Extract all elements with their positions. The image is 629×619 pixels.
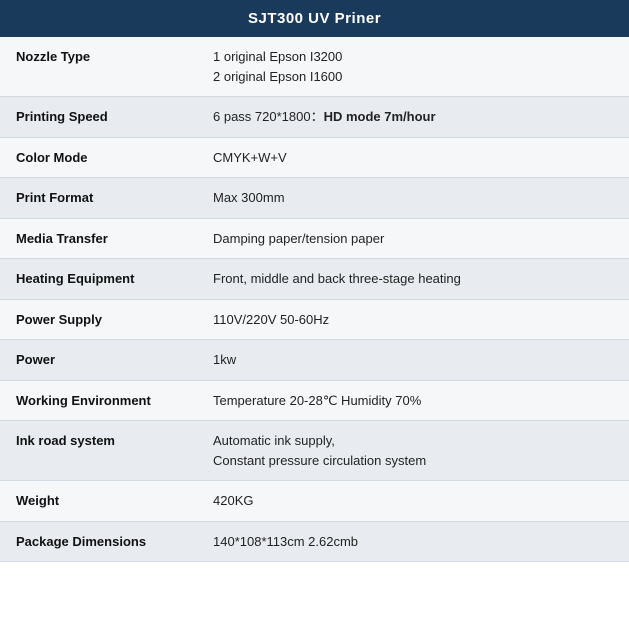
table-row: Heating Equipment Front, middle and back … (0, 259, 629, 300)
row-value: 420KG (197, 481, 629, 522)
table-row: Media Transfer Damping paper/tension pape… (0, 218, 629, 259)
row-value: Temperature 20-28℃ Humidity 70% (197, 380, 629, 421)
table-header: SJT300 UV Priner (0, 0, 629, 37)
row-label: Ink road system (0, 421, 197, 481)
table-row: Power 1kw (0, 340, 629, 381)
row-value-text: CMYK+W+V (213, 150, 287, 165)
row-value-text: Temperature 20-28℃ Humidity 70% (213, 393, 421, 408)
row-value-text: Automatic ink supply, (213, 433, 335, 448)
table-row: Nozzle Type 1 original Epson I3200 2 origi… (0, 37, 629, 97)
row-value-text: 140*108*113cm 2.62cmb (213, 534, 358, 549)
row-value: 140*108*113cm 2.62cmb (197, 521, 629, 562)
row-label: Color Mode (0, 137, 197, 178)
row-label: Power Supply (0, 299, 197, 340)
row-label: Working Environment (0, 380, 197, 421)
row-value: 110V/220V 50-60Hz (197, 299, 629, 340)
row-value-text: Front, middle and back three-stage heati… (213, 271, 461, 286)
row-value-text: Max 300mm (213, 190, 285, 205)
table-row: Printing Speed6 pass 720*1800：HD mode 7m… (0, 97, 629, 138)
row-value: Automatic ink supply, Constant pressure c… (197, 421, 629, 481)
row-label: Package Dimensions (0, 521, 197, 562)
row-label: Power (0, 340, 197, 381)
table-row: Weight 420KG (0, 481, 629, 522)
row-label: Print Format (0, 178, 197, 219)
row-value: 6 pass 720*1800：HD mode 7m/hour (197, 97, 629, 138)
row-label: Nozzle Type (0, 37, 197, 97)
row-value: CMYK+W+V (197, 137, 629, 178)
row-value-text: Constant pressure circulation system (213, 453, 426, 468)
row-value-text: 1 original Epson I3200 (213, 49, 342, 64)
table-row: Working Environment Temperature 20-28℃ Hu… (0, 380, 629, 421)
table-row: Print Format Max 300mm (0, 178, 629, 219)
row-value-prefix: 6 pass 720*1800： (213, 109, 324, 124)
row-value-text: 420KG (213, 493, 253, 508)
row-label: Printing Speed (0, 97, 197, 138)
table-row: Power Supply 110V/220V 50-60Hz (0, 299, 629, 340)
row-value-text: 2 original Epson I1600 (213, 69, 342, 84)
table-row: Ink road system Automatic ink supply, Cons… (0, 421, 629, 481)
row-value-text: 110V/220V 50-60Hz (213, 312, 329, 327)
table-row: Color Mode CMYK+W+V (0, 137, 629, 178)
spec-table-container: SJT300 UV Priner Nozzle Type1 original E… (0, 0, 629, 562)
row-value: Front, middle and back three-stage heati… (197, 259, 629, 300)
row-value: 1 original Epson I3200 2 original Epson I… (197, 37, 629, 97)
row-value-text: 1kw (213, 352, 236, 367)
row-value-text: Damping paper/tension paper (213, 231, 384, 246)
row-label: Media Transfer (0, 218, 197, 259)
row-value-bold: HD mode 7m/hour (324, 109, 436, 124)
spec-table: Nozzle Type 1 original Epson I3200 2 origi… (0, 37, 629, 562)
table-row: Package Dimensions 140*108*113cm 2.62cmb (0, 521, 629, 562)
row-value: Damping paper/tension paper (197, 218, 629, 259)
row-label: Weight (0, 481, 197, 522)
row-label: Heating Equipment (0, 259, 197, 300)
row-value: Max 300mm (197, 178, 629, 219)
row-value: 1kw (197, 340, 629, 381)
table-title: SJT300 UV Priner (248, 10, 381, 27)
